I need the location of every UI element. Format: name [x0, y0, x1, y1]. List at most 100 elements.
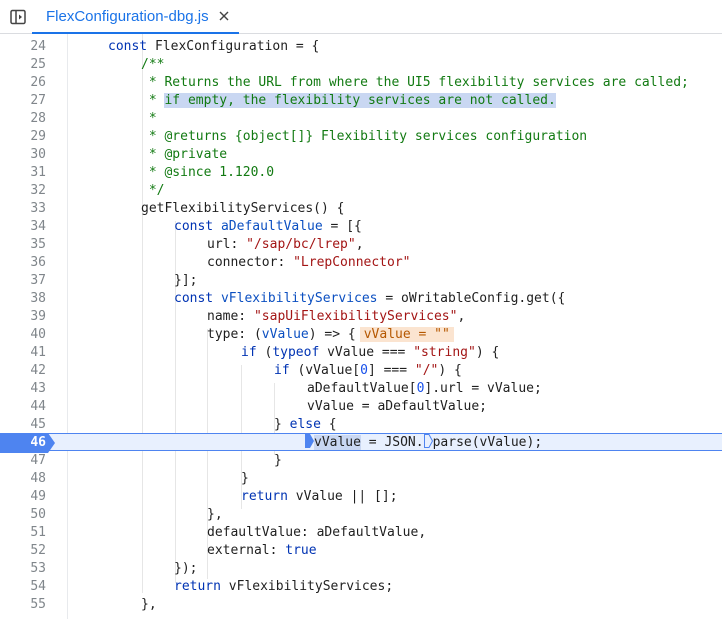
tab-flexconfiguration[interactable]: FlexConfiguration-dbg.js	[32, 0, 239, 34]
code-line[interactable]: 37 }];	[0, 272, 722, 290]
code-line[interactable]: 49 return vValue || [];	[0, 488, 722, 506]
code-string: "/"	[414, 363, 439, 378]
code-line[interactable]: 28 *	[0, 110, 722, 128]
line-number: 45	[30, 417, 46, 432]
code-token: ] ===	[367, 363, 415, 378]
code-line[interactable]: 53 });	[0, 560, 722, 578]
code-string: "string"	[413, 345, 476, 360]
code-line[interactable]: 29 * @returns {object[]} Flexibility ser…	[0, 128, 722, 146]
code-comment: */	[141, 183, 165, 198]
code-line[interactable]: 45 } else {	[0, 416, 722, 434]
code-line[interactable]: 34 const aDefaultValue = [{	[0, 218, 722, 236]
line-number: 24	[30, 39, 46, 54]
code-token: ) {	[438, 363, 462, 378]
code-line[interactable]: 30 * @private	[0, 146, 722, 164]
code-token: defaultValue: aDefaultValue,	[207, 525, 427, 540]
code-token: const	[174, 291, 214, 306]
line-number: 54	[30, 579, 46, 594]
line-number: 41	[30, 345, 46, 360]
code-line[interactable]: 26 * Returns the URL from where the UI5 …	[0, 74, 722, 92]
code-line[interactable]: 38 const vFlexibilityServices = oWritabl…	[0, 290, 722, 308]
code-line[interactable]: 35 url: "/sap/bc/lrep",	[0, 236, 722, 254]
code-token: connector:	[207, 255, 294, 270]
code-token: {	[320, 417, 337, 432]
selected-text: if empty, the flexibility services are n…	[164, 93, 556, 108]
code-token: vValue = aDefaultValue;	[307, 399, 488, 414]
line-number: 32	[30, 183, 46, 198]
inline-breakpoint-icon[interactable]	[423, 434, 433, 448]
code-token: const	[174, 219, 214, 234]
code-token: aDefaultValue[	[307, 381, 417, 396]
code-string: "LrepConnector"	[293, 255, 411, 270]
line-number: 37	[30, 273, 46, 288]
line-number: 48	[30, 471, 46, 486]
tab-label: FlexConfiguration-dbg.js	[46, 7, 209, 25]
code-line[interactable]: 54 return vFlexibilityServices;	[0, 578, 722, 596]
code-comment: * @returns {object[]} Flexibility servic…	[141, 129, 588, 144]
code-comment: * @private	[141, 147, 228, 162]
code-token: typeof	[272, 345, 320, 360]
code-line[interactable]: 27 * if empty, the flexibility services …	[0, 92, 722, 110]
line-number: 50	[30, 507, 46, 522]
line-number: 44	[30, 399, 46, 414]
line-number: 35	[30, 237, 46, 252]
code-line[interactable]: 40 type: (vValue) => {vValue = ""	[0, 326, 722, 344]
execution-pointer-icon	[305, 434, 314, 448]
code-token: if	[274, 363, 290, 378]
code-line[interactable]: 44 vValue = aDefaultValue;	[0, 398, 722, 416]
code-token: vFlexibilityServices;	[220, 579, 394, 594]
line-number: 52	[30, 543, 46, 558]
code-string: "sapUiFlexibilityServices"	[253, 309, 458, 324]
code-line[interactable]: 36 connector: "LrepConnector"	[0, 254, 722, 272]
line-number: 36	[30, 255, 46, 270]
code-line[interactable]: 24 const FlexConfiguration = {	[0, 38, 722, 56]
code-line[interactable]: 48 }	[0, 470, 722, 488]
code-line[interactable]: 42 if (vValue[0] === "/") {	[0, 362, 722, 380]
code-comment: * @since 1.120.0	[141, 165, 275, 180]
line-number: 31	[30, 165, 46, 180]
line-number: 34	[30, 219, 46, 234]
code-line[interactable]: 31 * @since 1.120.0	[0, 164, 722, 182]
code-token: vFlexibilityServices	[220, 291, 378, 306]
code-token: = oWritableConfig.get({	[377, 291, 566, 306]
code-token: name:	[207, 309, 254, 324]
line-number: 28	[30, 111, 46, 126]
code-line[interactable]: 43 aDefaultValue[0].url = vValue;	[0, 380, 722, 398]
code-line[interactable]: 55 },	[0, 596, 722, 614]
code-line[interactable]: 51 defaultValue: aDefaultValue,	[0, 524, 722, 542]
code-token: aDefaultValue	[220, 219, 323, 234]
code-line[interactable]: 39 name: "sapUiFlexibilityServices",	[0, 308, 722, 326]
code-token: = JSON.	[360, 435, 424, 450]
code-comment: * Returns the URL from where the UI5 fle…	[141, 75, 689, 90]
line-number: 42	[30, 363, 46, 378]
inline-variable-value: vValue = ""	[359, 327, 454, 342]
code-comment: *	[141, 93, 165, 108]
code-line[interactable]: 52 external: true	[0, 542, 722, 560]
line-number: 43	[30, 381, 46, 396]
code-line[interactable]: 25 /**	[0, 56, 722, 74]
code-token: if	[241, 345, 257, 360]
code-token: type: (	[207, 327, 262, 342]
close-icon[interactable]	[217, 9, 231, 23]
line-number: 40	[30, 327, 46, 342]
sidebar-toggle-icon[interactable]	[8, 7, 28, 27]
code-line[interactable]: 32 */	[0, 182, 722, 200]
code-token: },	[207, 507, 223, 522]
line-number: 27	[30, 93, 46, 108]
code-token: ) {	[475, 345, 500, 360]
code-token: ].url = vValue;	[424, 381, 542, 396]
code-token: parse(vValue);	[432, 435, 543, 450]
code-line[interactable]: 41 if (typeof vValue === "string") {	[0, 344, 722, 362]
code-token: ,	[355, 237, 364, 252]
code-token: }	[241, 471, 249, 486]
code-line[interactable]: 50 },	[0, 506, 722, 524]
code-line[interactable]: 33 getFlexibilityServices() {	[0, 200, 722, 218]
code-editor[interactable]: 24 const FlexConfiguration = { 25 /** 26…	[0, 34, 722, 619]
line-number: 53	[30, 561, 46, 576]
code-token: return	[241, 489, 288, 504]
current-execution-line[interactable]: 46 vValue = JSON. parse(vValue);	[0, 433, 722, 453]
code-string: "/sap/bc/lrep"	[246, 237, 356, 252]
code-token: = [{	[322, 219, 362, 234]
code-token: else	[289, 417, 321, 432]
code-line[interactable]: 47 }	[0, 452, 722, 470]
